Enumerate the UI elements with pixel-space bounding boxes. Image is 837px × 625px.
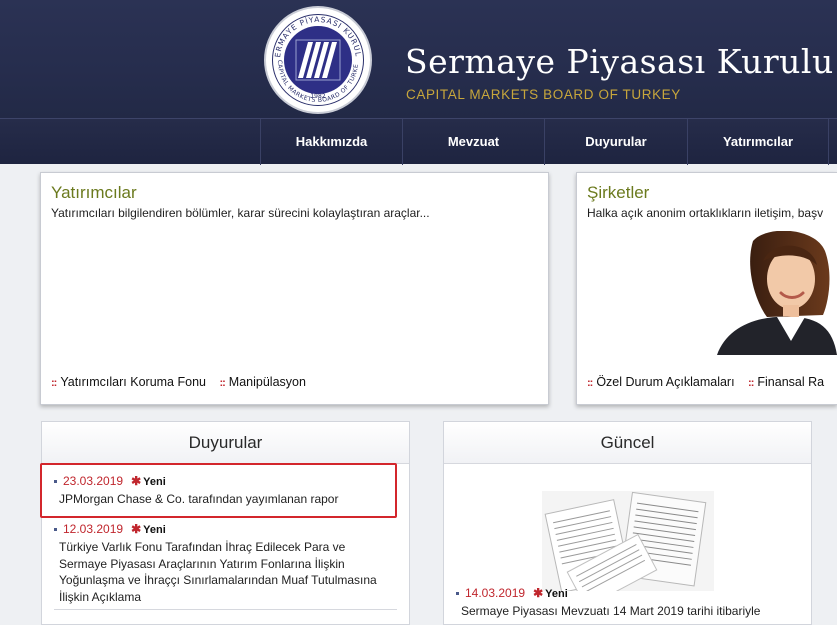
current-news-box: Güncel 14.03.2019 ✱ Yeni Sermaye Piyasas… [443, 421, 812, 625]
divider [54, 609, 397, 610]
highlight-frame [40, 463, 397, 518]
new-badge: ✱ Yeni [533, 586, 568, 600]
investors-panel-title[interactable]: Yatırımcılar [51, 183, 137, 203]
main-navigation: Hakkımızda Mevzuat Duyurular Yatırımcıla… [0, 118, 837, 165]
bullet-icon [54, 528, 57, 532]
nav-item-mevzuat[interactable]: Mevzuat [402, 119, 544, 165]
link-yatirimcilari-koruma-fonu[interactable]: :: Yatırımcıları Koruma Fonu [51, 375, 206, 389]
link-bullet-icon: :: [219, 377, 225, 389]
announcements-box: Duyurular 23.03.2019 ✱ Yeni JPMorgan Chase… [41, 421, 410, 625]
companies-panel: Şirketler Halka açık anonim ortaklıkları… [576, 172, 837, 405]
link-bullet-icon: :: [587, 377, 593, 389]
site-title[interactable]: Sermaye Piyasası Kurulu [405, 42, 834, 81]
current-news-heading[interactable]: Güncel [444, 422, 811, 464]
cmb-seal-logo[interactable]: SERMAYE PİYASASI KURULU CAPITAL MARKETS … [264, 6, 372, 114]
link-manipulasyon[interactable]: :: Manipülasyon [219, 375, 305, 389]
companies-panel-title[interactable]: Şirketler [587, 183, 649, 203]
link-bullet-icon: :: [51, 377, 57, 389]
current-news-text: Sermaye Piyasası Mevzuatı 14 Mart 2019 t… [461, 604, 761, 618]
site-header: SERMAYE PİYASASI KURULU CAPITAL MARKETS … [0, 0, 837, 118]
companies-panel-links: :: Özel Durum Açıklamaları :: Finansal Ra [587, 375, 834, 389]
site-subtitle: CAPITAL MARKETS BOARD OF TURKEY [406, 87, 681, 102]
documents-photo[interactable] [542, 491, 714, 591]
announcement-date: 12.03.2019 [63, 522, 124, 536]
link-ozel-durum-aciklamalari[interactable]: :: Özel Durum Açıklamaları [587, 375, 735, 389]
link-bullet-icon: :: [748, 377, 754, 389]
bullet-icon [456, 592, 459, 596]
investors-panel-links: :: Yatırımcıları Koruma Fonu :: Manipülasy… [51, 375, 316, 389]
svg-text:SERMAYE PİYASASI KURULU: SERMAYE PİYASASI KURULU [266, 8, 363, 58]
nav-item-label: Hakkımızda [295, 134, 368, 149]
current-news-date: 14.03.2019 [465, 586, 526, 600]
nav-item-hakkimizda[interactable]: Hakkımızda [260, 119, 402, 165]
seal-top-text: SERMAYE PİYASASI KURULU [266, 8, 362, 58]
announcement-text: Türkiye Varlık Fonu Tarafından İhraç Edi… [59, 540, 377, 604]
announcements-heading[interactable]: Duyurular [42, 422, 409, 464]
new-star-icon: ✱ [533, 586, 544, 600]
nav-item-label: Duyurular [585, 134, 647, 149]
announcement-item[interactable]: 12.03.2019 ✱ Yeni Türkiye Varlık Fonu Tara… [54, 522, 394, 605]
investors-panel: Yatırımcılar Yatırımcıları bilgilendiren… [40, 172, 549, 405]
nav-item-label: Yatırımcılar [722, 134, 794, 149]
companies-panel-description: Halka açık anonim ortaklıkların iletişim… [587, 206, 824, 220]
investors-panel-description: Yatırımcıları bilgilendiren bölümler, ka… [51, 206, 430, 220]
nav-item-label: Mevzuat [447, 134, 500, 149]
current-news-item[interactable]: 14.03.2019 ✱ Yeni Sermaye Piyasası Mevzuat… [456, 586, 806, 620]
link-finansal-raporlar[interactable]: :: Finansal Ra [748, 375, 824, 389]
nav-item-yatirimcilar[interactable]: Yatırımcılar [687, 119, 829, 165]
nav-item-duyurular[interactable]: Duyurular [544, 119, 687, 165]
seal-year: 1982 [310, 93, 325, 100]
new-badge: ✱ Yeni [131, 522, 166, 536]
businesswoman-photo [717, 231, 837, 355]
new-star-icon: ✱ [131, 522, 142, 536]
